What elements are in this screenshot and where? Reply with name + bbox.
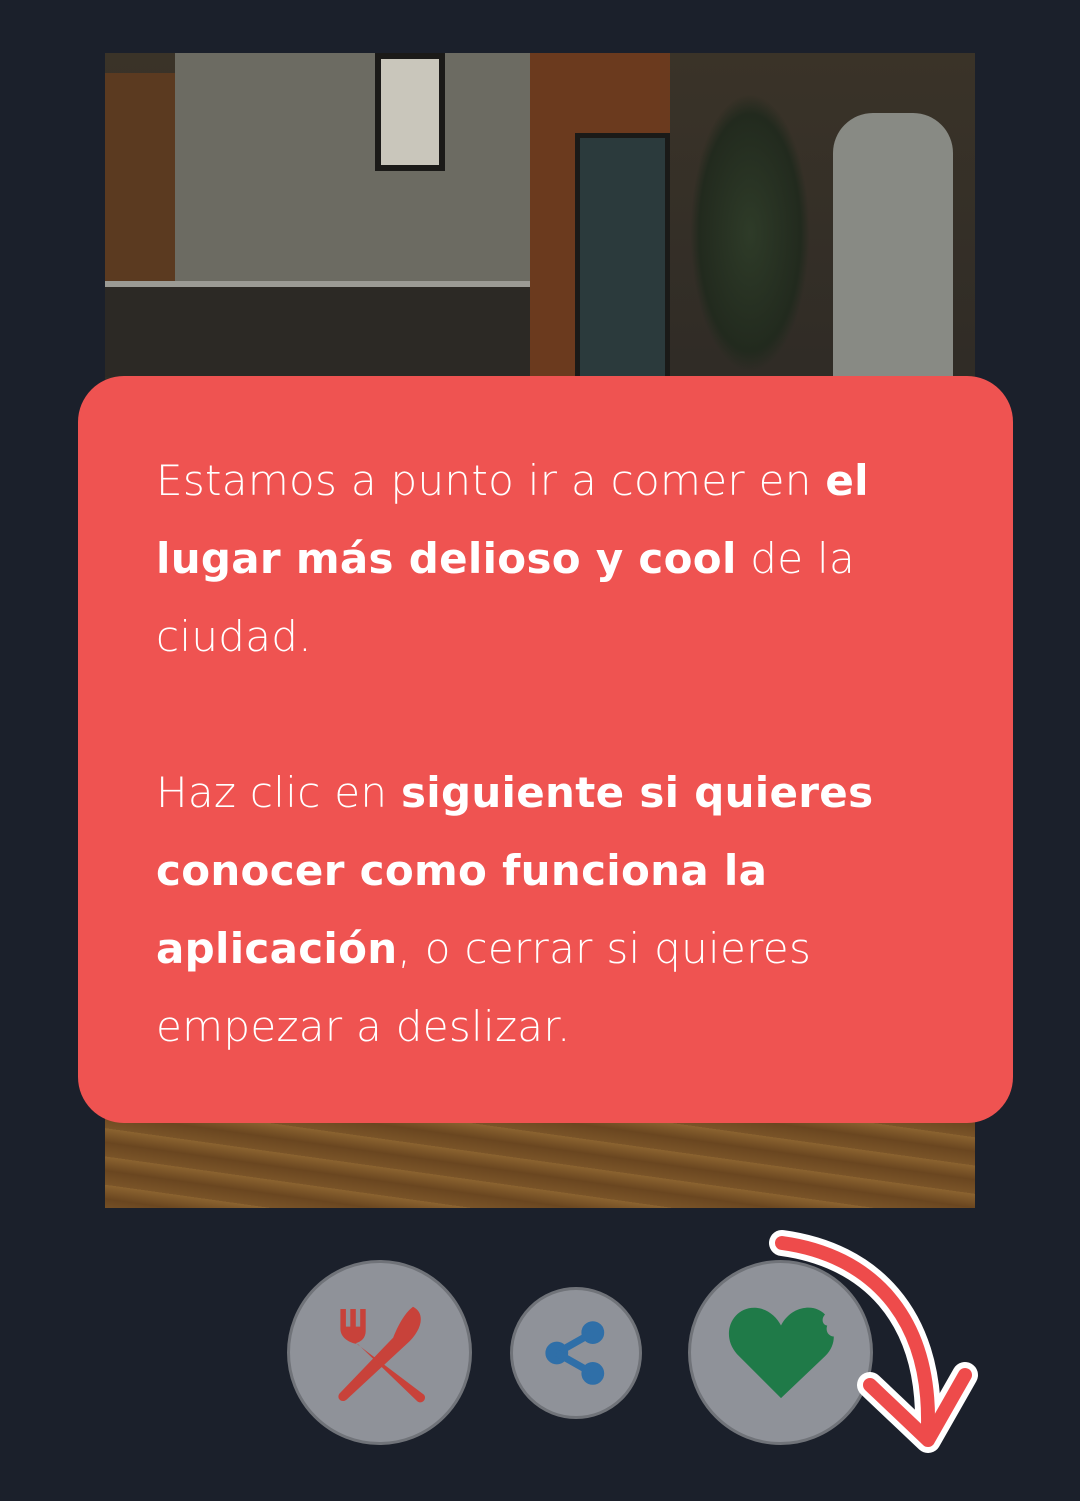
fork-knife-cross-icon — [337, 1306, 425, 1402]
tutorial-paragraph-intro: Estamos a punto ir a comer en el lugar m… — [156, 456, 869, 661]
share-icon — [545, 1321, 605, 1385]
swipe-hint-arrow-icon — [769, 1230, 978, 1453]
tutorial-paragraph-instructions: Haz clic en siguiente si quieres conocer… — [156, 768, 874, 1051]
share-button[interactable] — [510, 1287, 642, 1419]
tutorial-card: Estamos a punto ir a comer en el lugar m… — [78, 376, 1013, 1123]
dislike-button[interactable] — [287, 1260, 472, 1445]
